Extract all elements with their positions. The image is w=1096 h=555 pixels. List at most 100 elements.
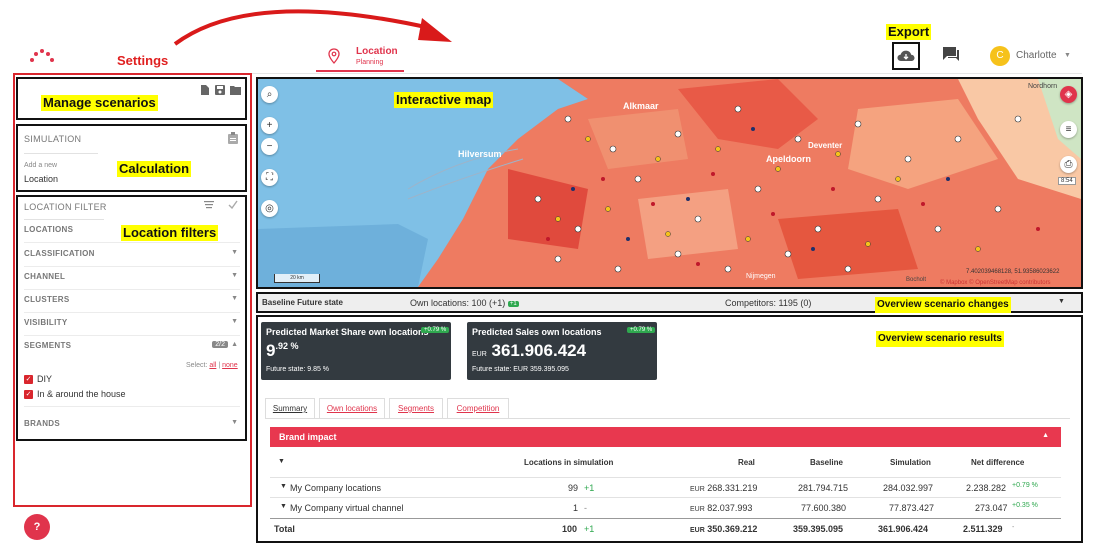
locate-icon[interactable]: ◎ [261,200,278,217]
chevron-down-icon: ▼ [1058,298,1065,305]
row-net-delta: +0.35 % [1012,502,1038,509]
simulation-title: SIMULATION [24,134,82,144]
filter-segments[interactable]: SEGMENTS 2/2 ▲ [24,337,240,359]
segment-label: In & around the house [37,389,126,399]
segments-count-badge: 2/2 [212,341,228,348]
map-attribution[interactable]: © Mapbox © OpenStreetMap contributors [940,280,1051,286]
divider [24,153,98,154]
scenario-changes-bar[interactable]: Baseline Future state Own locations: 100… [256,292,1083,313]
filter-classification[interactable]: CLASSIFICATION ▼ [24,245,240,267]
row-real-unit: EUR [690,527,705,534]
map-canvas[interactable] [258,79,1081,287]
row-locations: 99 [568,483,579,493]
tab-segments[interactable]: Segments [389,398,443,418]
filter-clusters[interactable]: CLUSTERS ▼ [24,291,240,313]
competitors-summary: Competitors: 1195 (0) [725,298,812,308]
row-name: My Company locations [290,483,382,493]
top-bar [14,40,1082,74]
app-logo[interactable] [28,48,54,66]
interactive-map[interactable]: Alkmaar Hilversum Apeldoorn Deventer Nor… [256,77,1083,289]
segment-select-controls: Select: all | none [186,362,238,369]
column-header: Net difference [971,458,1025,467]
annotation-export: Export [886,24,932,40]
fullscreen-icon[interactable]: ⛶ [261,169,278,186]
select-label: Select: [186,362,208,369]
chevron-down-icon: ▼ [231,249,238,256]
chevron-down-icon: ▼ [231,419,238,426]
kpi-value-sup: .92 % [275,341,299,351]
add-location-select[interactable]: Location [24,174,58,184]
kpi-value-main: 361.906.424 [491,341,587,360]
chevron-down-icon[interactable]: ▼ [280,503,287,510]
annotation-overview-results: Overview scenario results [876,331,1004,347]
filter-channel[interactable]: CHANNEL ▼ [24,268,240,290]
row-locations-delta: - [584,503,587,513]
check-icon[interactable] [228,200,238,209]
row-real-unit: EUR [690,486,705,493]
annotation-settings: Settings [117,53,169,68]
row-net: 2.238.282 [966,483,1007,493]
filter-brands[interactable]: BRANDS ▼ [24,415,240,437]
legend-list-icon[interactable]: ≡ [1060,121,1077,138]
avatar[interactable]: C [990,46,1010,66]
list-icon[interactable] [204,201,214,209]
row-locations: 100 [562,524,578,534]
kpi-title: Predicted Sales own locations [472,327,602,337]
annotation-calculation: Calculation [117,161,192,177]
zoom-out-icon[interactable]: − [261,138,278,155]
clipboard-icon[interactable] [228,132,238,144]
map-place-label: Alkmaar [623,101,659,111]
segment-label: DIY [37,374,53,384]
folder-icon[interactable] [230,85,241,95]
chevron-down-icon[interactable]: ▼ [278,458,285,465]
add-new-hint: Add a new [24,162,58,169]
table-row[interactable]: ▼ My Company locations 99 +1 EUR 268.331… [270,477,1061,497]
kpi-title: Predicted Market Share own locations [266,327,429,337]
user-name[interactable]: Charlotte [1016,50,1057,61]
chevron-down-icon[interactable]: ▼ [1064,52,1071,59]
divider [24,219,104,220]
row-locations-delta: +1 [584,524,595,534]
chevron-down-icon: ▼ [231,272,238,279]
row-real: 82.037.993 [707,503,753,513]
chevron-down-icon[interactable]: ▼ [280,483,287,490]
kpi-value: EUR 361.906.424 [472,341,586,361]
column-header: Baseline [810,458,843,467]
file-icon[interactable] [200,85,209,95]
print-icon[interactable]: ⎙ [1060,156,1077,173]
filter-visibility[interactable]: VISIBILITY ▼ [24,314,240,336]
checkbox-in-around-house[interactable]: ✓ [24,390,33,399]
kpi-sales: Predicted Sales own locations +0.79 % EU… [467,322,657,380]
row-real-unit: EUR [690,506,705,513]
nav-subtitle: Planning [356,59,384,66]
row-net: 2.511.329 [963,524,1003,534]
filter-label: LOCATIONS [24,225,74,234]
map-scale-chip: 8:54 [1058,177,1076,185]
select-all-link[interactable]: all [209,362,216,369]
chat-icon[interactable] [942,46,960,62]
zoom-in-icon[interactable]: + [261,117,278,134]
map-place-label: Nordhorn [1028,83,1058,90]
brand-impact-header[interactable]: Brand impact ▲ [270,427,1061,447]
row-locations-delta: +1 [584,483,595,493]
kpi-badge: +0.79 % [421,327,450,333]
help-button[interactable]: ? [24,514,50,540]
row-name: Total [274,524,295,534]
map-search-icon[interactable]: ⌕ [261,86,278,103]
annotation-manage-scenarios: Manage scenarios [41,95,158,111]
tab-competition[interactable]: Competition [447,398,509,418]
layers-icon[interactable]: ◈ [1060,86,1077,103]
tab-summary[interactable]: Summary [265,398,315,418]
map-place-label: Deventer [808,141,843,150]
map-coordinates: 7.402039468128, 51.93586023622 [966,269,1060,275]
save-icon[interactable] [215,85,225,95]
row-name: My Company virtual channel [290,503,404,513]
select-none-link[interactable]: none [222,362,238,369]
tab-own-locations[interactable]: Own locations [319,398,385,418]
export-button[interactable] [892,42,920,70]
checkbox-diy[interactable]: ✓ [24,375,33,384]
divider [24,406,240,407]
table-row[interactable]: ▼ My Company virtual channel 1 - EUR 82.… [270,497,1061,517]
chevron-down-icon: ▼ [231,295,238,302]
brand-impact-title: Brand impact [279,432,337,442]
